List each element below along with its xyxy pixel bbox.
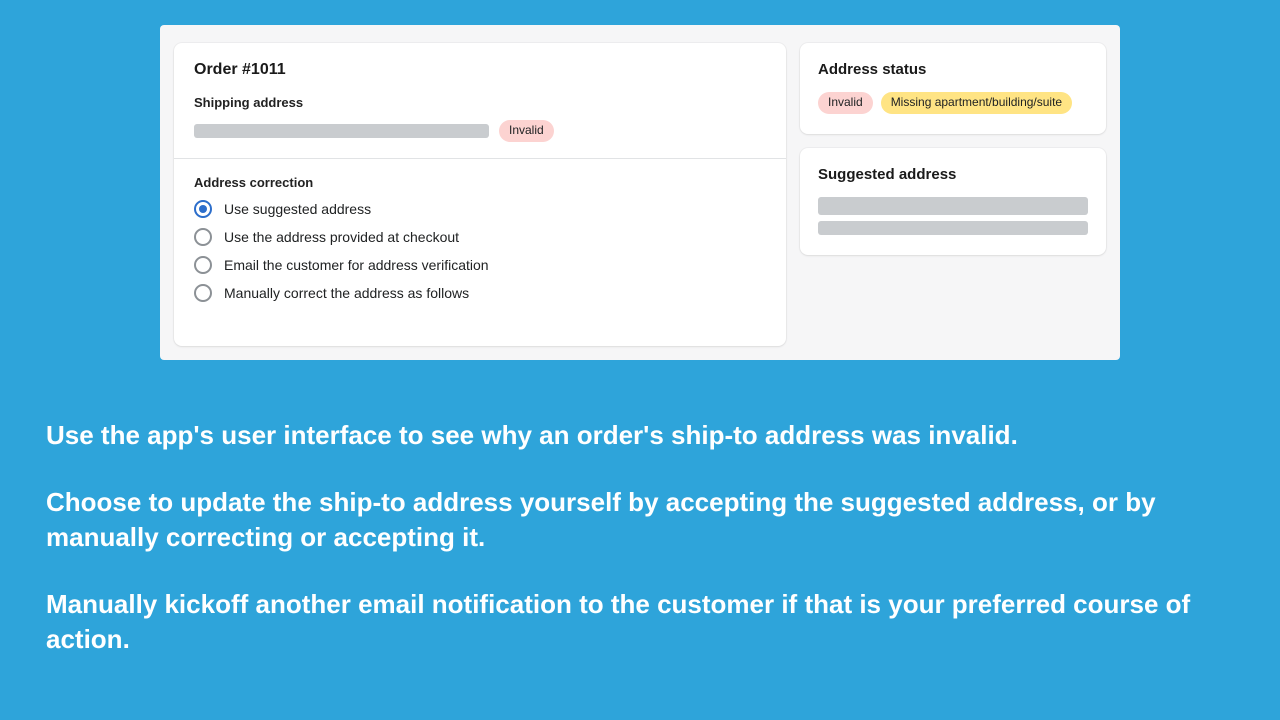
order-header-section: Order #1011 Shipping address Invalid (174, 43, 786, 158)
suggested-line-redacted (818, 221, 1088, 235)
radio-icon (194, 228, 212, 246)
radio-use-suggested[interactable]: Use suggested address (194, 200, 766, 218)
order-title: Order #1011 (194, 61, 766, 79)
columns: Order #1011 Shipping address Invalid Add… (174, 43, 1106, 346)
suggested-address-lines (818, 197, 1088, 235)
status-invalid-badge: Invalid (818, 92, 873, 114)
suggested-address-card: Suggested address (800, 148, 1106, 255)
correction-radio-group: Use suggested address Use the address pr… (194, 200, 766, 302)
radio-icon (194, 256, 212, 274)
shipping-address-label: Shipping address (194, 95, 766, 110)
caption-line-3: Manually kickoff another email notificat… (46, 587, 1236, 657)
shipping-address-row: Invalid (194, 120, 766, 142)
address-status-card: Address status Invalid Missing apartment… (800, 43, 1106, 134)
order-card: Order #1011 Shipping address Invalid Add… (174, 43, 786, 346)
status-missing-badge: Missing apartment/building/suite (881, 92, 1072, 114)
suggested-address-title: Suggested address (818, 166, 1088, 183)
suggested-line-redacted (818, 197, 1088, 215)
radio-email-customer[interactable]: Email the customer for address verificat… (194, 256, 766, 274)
left-column: Order #1011 Shipping address Invalid Add… (174, 43, 786, 346)
marketing-caption: Use the app's user interface to see why … (46, 418, 1236, 657)
address-correction-title: Address correction (194, 175, 766, 190)
radio-use-checkout-address[interactable]: Use the address provided at checkout (194, 228, 766, 246)
radio-label: Manually correct the address as follows (224, 285, 469, 301)
radio-icon (194, 284, 212, 302)
radio-icon (194, 200, 212, 218)
address-correction-section: Address correction Use suggested address… (174, 159, 786, 320)
right-column: Address status Invalid Missing apartment… (800, 43, 1106, 346)
radio-label: Email the customer for address verificat… (224, 257, 489, 273)
caption-line-1: Use the app's user interface to see why … (46, 418, 1236, 453)
shipping-address-redacted (194, 124, 489, 138)
radio-label: Use suggested address (224, 201, 371, 217)
caption-line-2: Choose to update the ship-to address you… (46, 485, 1236, 555)
address-status-title: Address status (818, 61, 1088, 78)
radio-label: Use the address provided at checkout (224, 229, 459, 245)
radio-manually-correct[interactable]: Manually correct the address as follows (194, 284, 766, 302)
app-panel: Order #1011 Shipping address Invalid Add… (160, 25, 1120, 360)
status-badges: Invalid Missing apartment/building/suite (818, 92, 1088, 114)
invalid-badge: Invalid (499, 120, 554, 142)
